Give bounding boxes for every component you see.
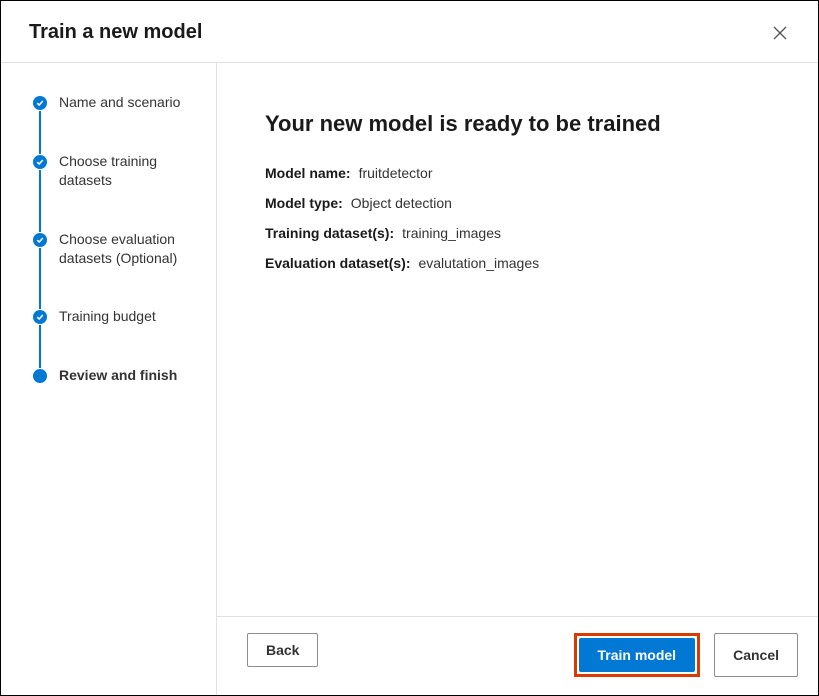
- row-label: Model name:: [265, 165, 351, 181]
- train-model-button[interactable]: Train model: [579, 638, 696, 672]
- row-label: Evaluation dataset(s):: [265, 255, 410, 271]
- footer-left: Back: [247, 633, 318, 677]
- check-icon: [33, 310, 47, 324]
- current-step-icon: [33, 369, 47, 383]
- step-training-budget[interactable]: Training budget: [33, 307, 200, 366]
- cancel-button[interactable]: Cancel: [714, 633, 798, 677]
- row-value: training_images: [402, 225, 501, 241]
- close-button[interactable]: [770, 23, 790, 43]
- row-value: Object detection: [351, 195, 452, 211]
- row-label: Model type:: [265, 195, 343, 211]
- dialog-title: Train a new model: [29, 21, 202, 44]
- step-label: Choose evaluation datasets (Optional): [59, 230, 200, 268]
- steps-list: Name and scenario Choose training datase…: [33, 93, 200, 385]
- step-name-scenario[interactable]: Name and scenario: [33, 93, 200, 152]
- step-label: Choose training datasets: [59, 152, 200, 190]
- step-label: Training budget: [59, 307, 160, 326]
- dialog-header: Train a new model: [1, 1, 818, 62]
- check-icon: [33, 155, 47, 169]
- summary-row-model-name: Model name: fruitdetector: [265, 165, 770, 181]
- step-label: Name and scenario: [59, 93, 184, 112]
- summary-row-evaluation-datasets: Evaluation dataset(s): evalutation_image…: [265, 255, 770, 271]
- wizard-steps-sidebar: Name and scenario Choose training datase…: [1, 63, 217, 695]
- dialog-body: Name and scenario Choose training datase…: [1, 62, 818, 695]
- summary-row-training-datasets: Training dataset(s): training_images: [265, 225, 770, 241]
- step-evaluation-datasets[interactable]: Choose evaluation datasets (Optional): [33, 230, 200, 308]
- footer-right: Train model Cancel: [574, 633, 799, 677]
- row-value: fruitdetector: [359, 165, 433, 181]
- content-title: Your new model is ready to be trained: [265, 111, 770, 137]
- dialog-footer: Back Train model Cancel: [217, 616, 818, 695]
- step-training-datasets[interactable]: Choose training datasets: [33, 152, 200, 230]
- check-icon: [33, 96, 47, 110]
- main-panel: Your new model is ready to be trained Mo…: [217, 63, 818, 695]
- step-review-finish[interactable]: Review and finish: [33, 366, 200, 385]
- row-value: evalutation_images: [418, 255, 539, 271]
- summary-row-model-type: Model type: Object detection: [265, 195, 770, 211]
- check-icon: [33, 233, 47, 247]
- train-button-highlight: Train model: [574, 633, 701, 677]
- close-icon: [772, 25, 788, 41]
- row-label: Training dataset(s):: [265, 225, 394, 241]
- review-content: Your new model is ready to be trained Mo…: [217, 63, 818, 616]
- step-label: Review and finish: [59, 366, 181, 385]
- back-button[interactable]: Back: [247, 633, 318, 667]
